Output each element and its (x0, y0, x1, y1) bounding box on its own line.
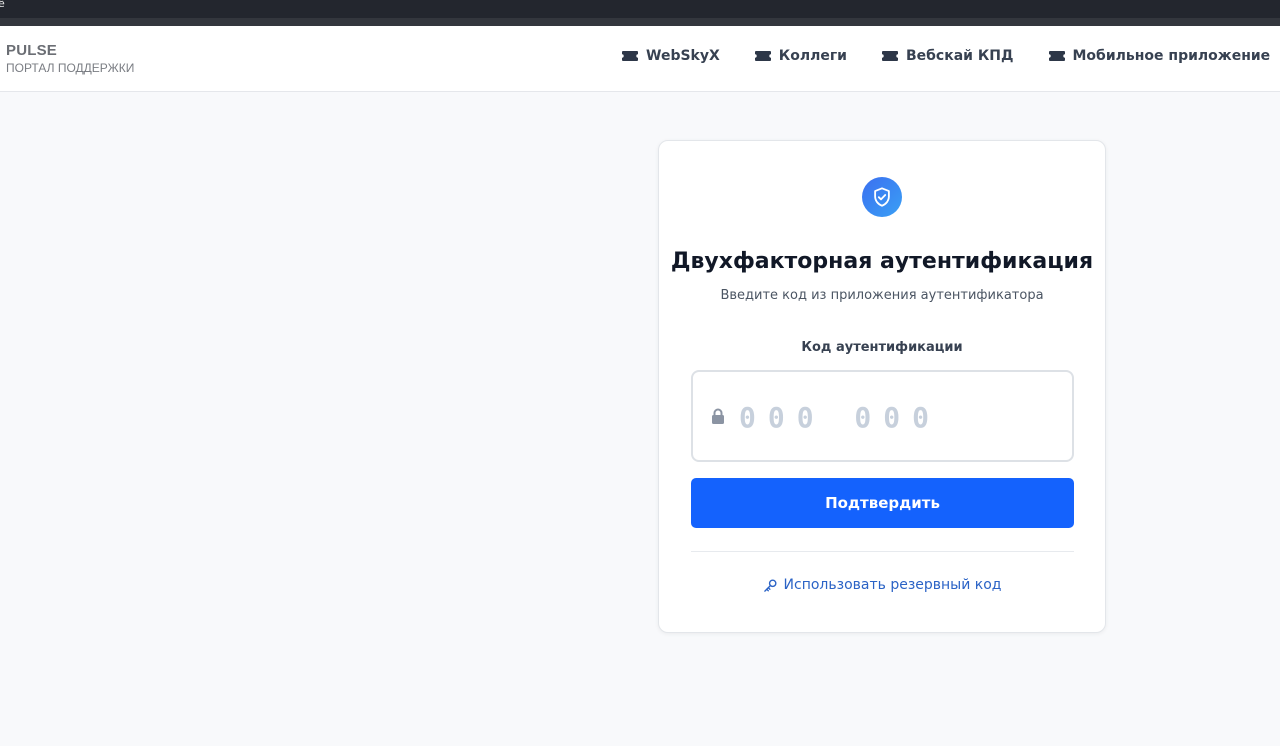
brand-title[interactable]: PULSE (6, 42, 57, 59)
page-title: Двухфакторная аутентификация (670, 249, 1094, 274)
lock-icon (711, 408, 725, 429)
nav-item-label: Вебскай КПД (905, 48, 1014, 64)
ticket-icon (754, 51, 771, 61)
browser-corner-glyph: ë (0, 0, 5, 10)
ticket-icon (1048, 51, 1065, 61)
ticket-icon (881, 51, 898, 61)
nav-item-mobile-app[interactable]: Мобильное приложение (1048, 48, 1271, 64)
ticket-icon (622, 51, 638, 61)
page-subtitle: Введите код из приложения аутентификатор… (720, 288, 1044, 303)
code-field-label: Код аутентификации (801, 340, 963, 355)
nav-item-label: WebSkyX (646, 48, 720, 64)
browser-top-bar: ë (0, 0, 1280, 26)
nav-item-webskyx[interactable]: WebSkyX (622, 48, 720, 64)
code-field (691, 370, 1074, 462)
divider (691, 551, 1074, 552)
auth-code-input[interactable] (739, 392, 1059, 442)
browser-bar-edge (0, 18, 1280, 26)
site-header: PULSE ПОРТАЛ ПОДДЕРЖКИ WebSkyX Коллеги В… (0, 26, 1280, 92)
shield-check-icon (862, 177, 902, 217)
nav-item-label: Мобильное приложение (1072, 48, 1271, 64)
nav-item-colleagues[interactable]: Коллеги (754, 48, 847, 64)
main-nav: WebSkyX Коллеги Вебскай КПД Мобильное пр… (622, 48, 1270, 64)
backup-link-label: Использовать резервный код (783, 577, 1002, 593)
two-factor-card: Двухфакторная аутентификация Введите код… (658, 140, 1106, 633)
nav-item-label: Коллеги (778, 48, 847, 64)
key-icon (763, 578, 778, 593)
confirm-button[interactable]: Подтвердить (691, 478, 1074, 528)
brand-subtitle: ПОРТАЛ ПОДДЕРЖКИ (6, 61, 135, 75)
nav-item-websky-kpd[interactable]: Вебскай КПД (881, 48, 1014, 64)
use-backup-code-link[interactable]: Использовать резервный код (659, 577, 1105, 593)
